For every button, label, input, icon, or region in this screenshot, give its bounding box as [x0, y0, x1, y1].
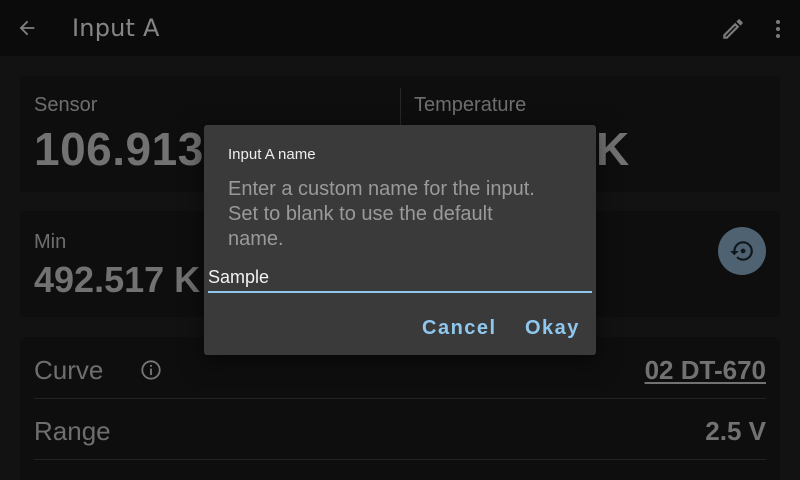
- name-input[interactable]: [208, 263, 592, 293]
- cancel-button[interactable]: Cancel: [422, 317, 497, 340]
- okay-button[interactable]: Okay: [525, 317, 580, 340]
- dialog-title: Input A name: [228, 146, 316, 163]
- dialog-message: Enter a custom name for the input. Set t…: [228, 178, 535, 250]
- screen: Input A Sensor 106.913 Temperature K Min…: [0, 0, 800, 480]
- rename-dialog: Input A name Enter a custom name for the…: [204, 125, 596, 355]
